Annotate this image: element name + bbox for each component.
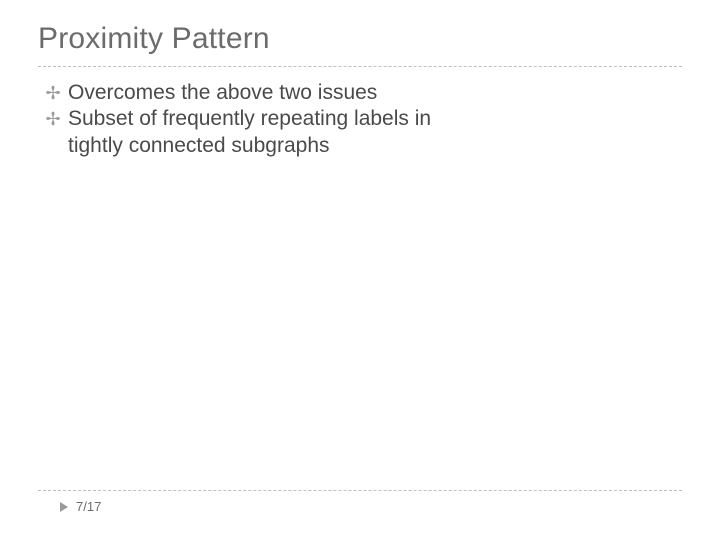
bullet-text: Subset of frequently repeating labels in… bbox=[68, 106, 468, 159]
title-divider bbox=[38, 66, 682, 67]
content-area: ✢ Overcomes the above two issues ✢ Subse… bbox=[38, 80, 682, 159]
page-number: 7/17 bbox=[76, 499, 101, 514]
title-block: Proximity Pattern bbox=[38, 22, 682, 67]
bullet-item: ✢ Subset of frequently repeating labels … bbox=[38, 106, 682, 159]
bullet-item: ✢ Overcomes the above two issues bbox=[38, 80, 682, 106]
footer: 7/17 bbox=[38, 490, 682, 514]
footer-row: 7/17 bbox=[38, 499, 682, 514]
slide: Proximity Pattern ✢ Overcomes the above … bbox=[0, 0, 720, 540]
bullet-glyph-icon: ✢ bbox=[38, 80, 68, 105]
triangle-right-icon bbox=[60, 502, 68, 512]
footer-divider bbox=[38, 490, 682, 491]
slide-title: Proximity Pattern bbox=[38, 22, 682, 56]
bullet-glyph-icon: ✢ bbox=[38, 106, 68, 131]
bullet-text: Overcomes the above two issues bbox=[68, 80, 377, 106]
